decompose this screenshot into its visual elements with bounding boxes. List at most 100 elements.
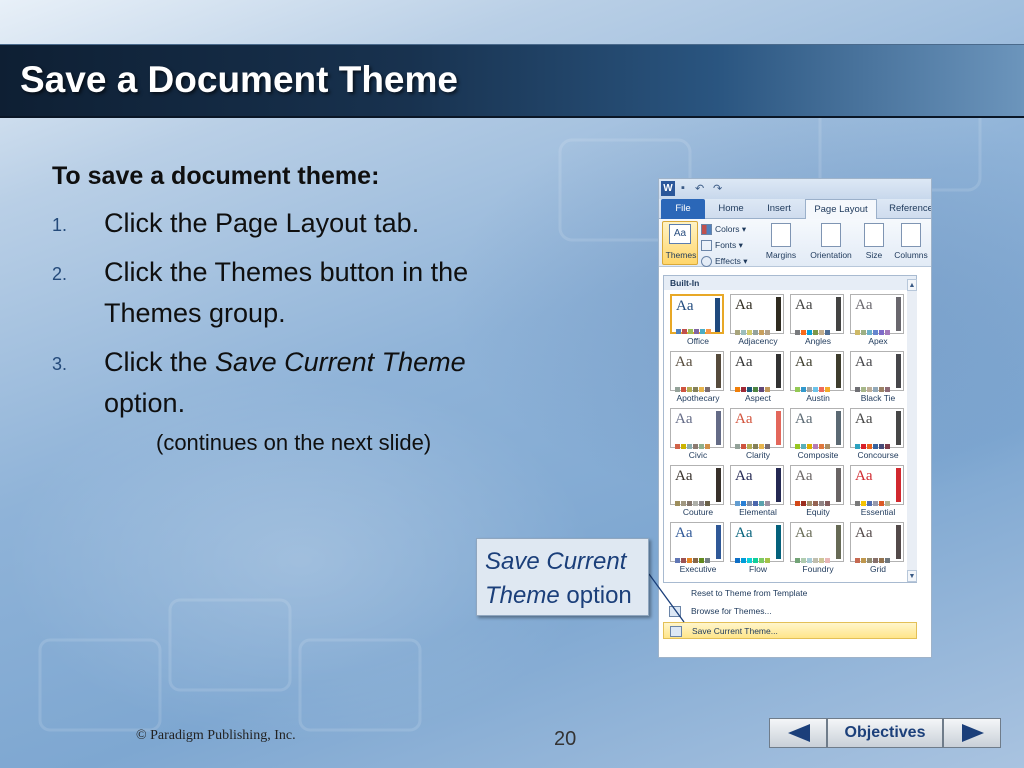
tab-page-layout[interactable]: Page Layout <box>805 199 877 220</box>
browse-themes-menu-item[interactable]: Browse for Themes... <box>663 603 917 620</box>
themes-gallery: Built-In Aa Office Aa Adjacency Aa Angles Aa Ap… <box>663 275 917 583</box>
theme-executive[interactable]: Aa Executive <box>669 522 727 578</box>
theme-preview-sample: Aa <box>795 354 813 370</box>
previous-slide-button[interactable] <box>769 718 827 748</box>
themes-button[interactable]: Aa Themes <box>662 221 698 265</box>
step-number: 2. <box>52 264 68 284</box>
theme-name: Adjacency <box>738 336 778 346</box>
redo-icon[interactable]: ↷ <box>713 182 722 195</box>
theme-austin[interactable]: Aa Austin <box>789 351 847 407</box>
folder-icon <box>669 606 681 617</box>
theme-concourse[interactable]: Aa Concourse <box>849 408 907 464</box>
theme-black-tie[interactable]: Aa Black Tie <box>849 351 907 407</box>
theme-color-swatches <box>855 322 891 335</box>
color-swatch <box>682 329 687 334</box>
theme-equity[interactable]: Aa Equity <box>789 465 847 521</box>
color-swatch <box>741 387 746 392</box>
margins-button[interactable]: Margins <box>763 223 799 260</box>
theme-color-swatches <box>735 493 771 506</box>
theme-preview: Aa <box>790 465 844 506</box>
color-swatch <box>735 444 740 449</box>
fonts-button[interactable]: Fonts ▾ <box>701 237 743 253</box>
color-swatch <box>813 501 818 506</box>
theme-accent-bar <box>836 525 841 559</box>
theme-preview: Aa <box>730 408 784 449</box>
colors-button[interactable]: Colors ▾ <box>701 221 746 237</box>
reset-theme-menu-item[interactable]: Reset to Theme from Template <box>663 585 917 602</box>
theme-couture[interactable]: Aa Couture <box>669 465 727 521</box>
color-swatch <box>819 330 824 335</box>
theme-color-swatches <box>735 550 771 563</box>
scroll-up-icon[interactable]: ▲ <box>907 279 917 291</box>
columns-button[interactable]: Columns <box>891 223 931 260</box>
theme-grid[interactable]: Aa Grid <box>849 522 907 578</box>
theme-elemental[interactable]: Aa Elemental <box>729 465 787 521</box>
theme-office[interactable]: Aa Office <box>669 294 727 350</box>
tab-insert[interactable]: Insert <box>757 199 801 219</box>
step-1: 1. Click the Page Layout tab. <box>52 203 512 244</box>
color-swatch <box>693 558 698 563</box>
step-text-pre: Click the <box>104 347 216 377</box>
color-swatch <box>873 558 878 563</box>
theme-name: Grid <box>869 564 887 574</box>
color-swatch <box>873 501 878 506</box>
color-swatch <box>753 387 758 392</box>
theme-color-swatches <box>855 493 891 506</box>
theme-composite[interactable]: Aa Composite <box>789 408 847 464</box>
theme-name: Couture <box>682 507 714 517</box>
theme-accent-bar <box>716 354 721 388</box>
theme-clarity[interactable]: Aa Clarity <box>729 408 787 464</box>
theme-accent-bar <box>716 411 721 445</box>
color-swatch <box>795 501 800 506</box>
orientation-button[interactable]: Orientation <box>803 223 859 260</box>
effects-icon <box>701 256 712 268</box>
undo-icon[interactable]: ↶ <box>695 182 704 195</box>
color-swatch <box>861 558 866 563</box>
color-swatch <box>681 387 686 392</box>
theme-accent-bar <box>716 525 721 559</box>
color-swatch <box>801 444 806 449</box>
theme-color-swatches <box>795 436 831 449</box>
theme-apothecary[interactable]: Aa Apothecary <box>669 351 727 407</box>
theme-preview-sample: Aa <box>675 411 693 427</box>
theme-aspect[interactable]: Aa Aspect <box>729 351 787 407</box>
theme-preview-sample: Aa <box>675 354 693 370</box>
theme-flow[interactable]: Aa Flow <box>729 522 787 578</box>
tab-home[interactable]: Home <box>709 199 753 219</box>
theme-angles[interactable]: Aa Angles <box>789 294 847 350</box>
size-button[interactable]: Size <box>861 223 887 260</box>
save-icon[interactable]: ▪ <box>681 182 685 194</box>
tab-file[interactable]: File <box>661 199 705 219</box>
theme-preview-sample: Aa <box>795 525 813 541</box>
step-text-post: option. <box>104 388 186 418</box>
color-swatch <box>693 501 698 506</box>
color-swatch <box>819 387 824 392</box>
theme-color-swatches <box>735 322 771 335</box>
objectives-button[interactable]: Objectives <box>827 718 943 748</box>
theme-apex[interactable]: Aa Apex <box>849 294 907 350</box>
theme-accent-bar <box>776 297 781 331</box>
theme-foundry[interactable]: Aa Foundry <box>789 522 847 578</box>
title-bar: Save a Document Theme <box>0 44 1024 118</box>
scroll-down-icon[interactable]: ▼ <box>907 570 917 582</box>
theme-accent-bar <box>776 354 781 388</box>
theme-essential[interactable]: Aa Essential <box>849 465 907 521</box>
next-slide-button[interactable] <box>943 718 1001 748</box>
theme-preview-sample: Aa <box>675 468 693 484</box>
gallery-scrollbar[interactable]: ▲ ▼ <box>907 279 917 582</box>
tab-references[interactable]: Reference <box>881 199 931 219</box>
save-current-theme-menu-item[interactable]: Save Current Theme... <box>663 622 917 639</box>
theme-preview-sample: Aa <box>735 354 753 370</box>
theme-name: Angles <box>805 336 831 346</box>
color-swatch <box>688 329 693 334</box>
theme-civic[interactable]: Aa Civic <box>669 408 727 464</box>
color-swatch <box>879 387 884 392</box>
theme-adjacency[interactable]: Aa Adjacency <box>729 294 787 350</box>
effects-button[interactable]: Effects ▾ <box>701 253 747 269</box>
theme-accent-bar <box>715 298 720 332</box>
color-swatch <box>819 501 824 506</box>
theme-preview-sample: Aa <box>855 354 873 370</box>
ribbon-tabs: File Home Insert Page Layout Reference <box>659 199 931 220</box>
color-swatch <box>741 501 746 506</box>
color-swatch <box>699 501 704 506</box>
